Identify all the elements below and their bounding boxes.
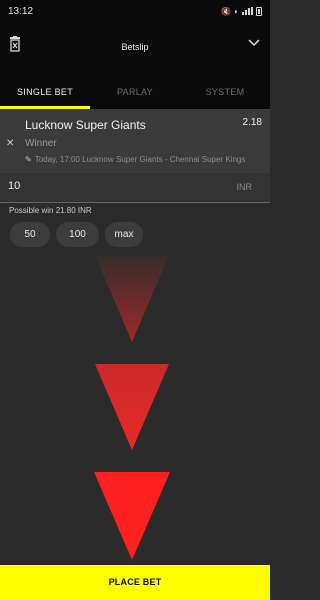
status-bar: 13:12 🔇 ◐ xyxy=(0,0,270,22)
arrow-down-icon-3 xyxy=(94,472,170,560)
remove-selection-icon[interactable]: ✕ xyxy=(6,138,14,149)
selection-name: Lucknow Super Giants xyxy=(25,118,146,132)
betslip-screen: 13:12 🔇 ◐ Betslip SINGLE BET PARLAY SYST… xyxy=(0,0,270,600)
bet-type-tabs: SINGLE BET PARLAY SYSTEM xyxy=(0,74,270,109)
stake-row: INR xyxy=(0,173,270,203)
event-info: ✎ Today, 17:00 Lucknow Super Giants - Che… xyxy=(25,155,245,164)
possible-win: Possible win 21.80 INR xyxy=(9,206,92,215)
signal-icon xyxy=(242,7,253,15)
quick-stake-max-button[interactable]: max xyxy=(105,222,143,247)
tab-parlay[interactable]: PARLAY xyxy=(90,74,180,109)
tab-single-bet[interactable]: SINGLE BET xyxy=(0,74,90,109)
status-time: 13:12 xyxy=(8,5,34,17)
quick-stake-50-button[interactable]: 50 xyxy=(10,222,50,247)
status-icons: 🔇 ◐ xyxy=(221,6,262,16)
selection-odds: 2.18 xyxy=(242,117,262,128)
pencil-icon: ✎ xyxy=(25,155,32,164)
currency-label: INR xyxy=(236,182,253,192)
place-bet-button[interactable]: PLACE BET xyxy=(0,565,270,600)
tab-system[interactable]: SYSTEM xyxy=(180,74,270,109)
mute-icon: 🔇 xyxy=(221,6,232,16)
quick-stake-100-button[interactable]: 100 xyxy=(56,222,99,247)
down-arrows-overlay xyxy=(94,255,170,560)
arrow-down-icon-1 xyxy=(95,255,169,342)
betslip-header: Betslip xyxy=(0,22,270,74)
bet-selection-card: ✕ Lucknow Super Giants 2.18 Winner ✎ Toda… xyxy=(0,109,270,173)
market-name: Winner xyxy=(25,138,57,149)
page-title: Betslip xyxy=(121,42,149,52)
event-text: Today, 17:00 Lucknow Super Giants - Chen… xyxy=(34,155,246,164)
battery-icon xyxy=(256,6,262,16)
wifi-icon: ◐ xyxy=(234,6,239,16)
chevron-down-icon[interactable] xyxy=(248,39,260,47)
arrow-down-icon-2 xyxy=(95,364,169,450)
stake-input[interactable] xyxy=(8,180,158,192)
